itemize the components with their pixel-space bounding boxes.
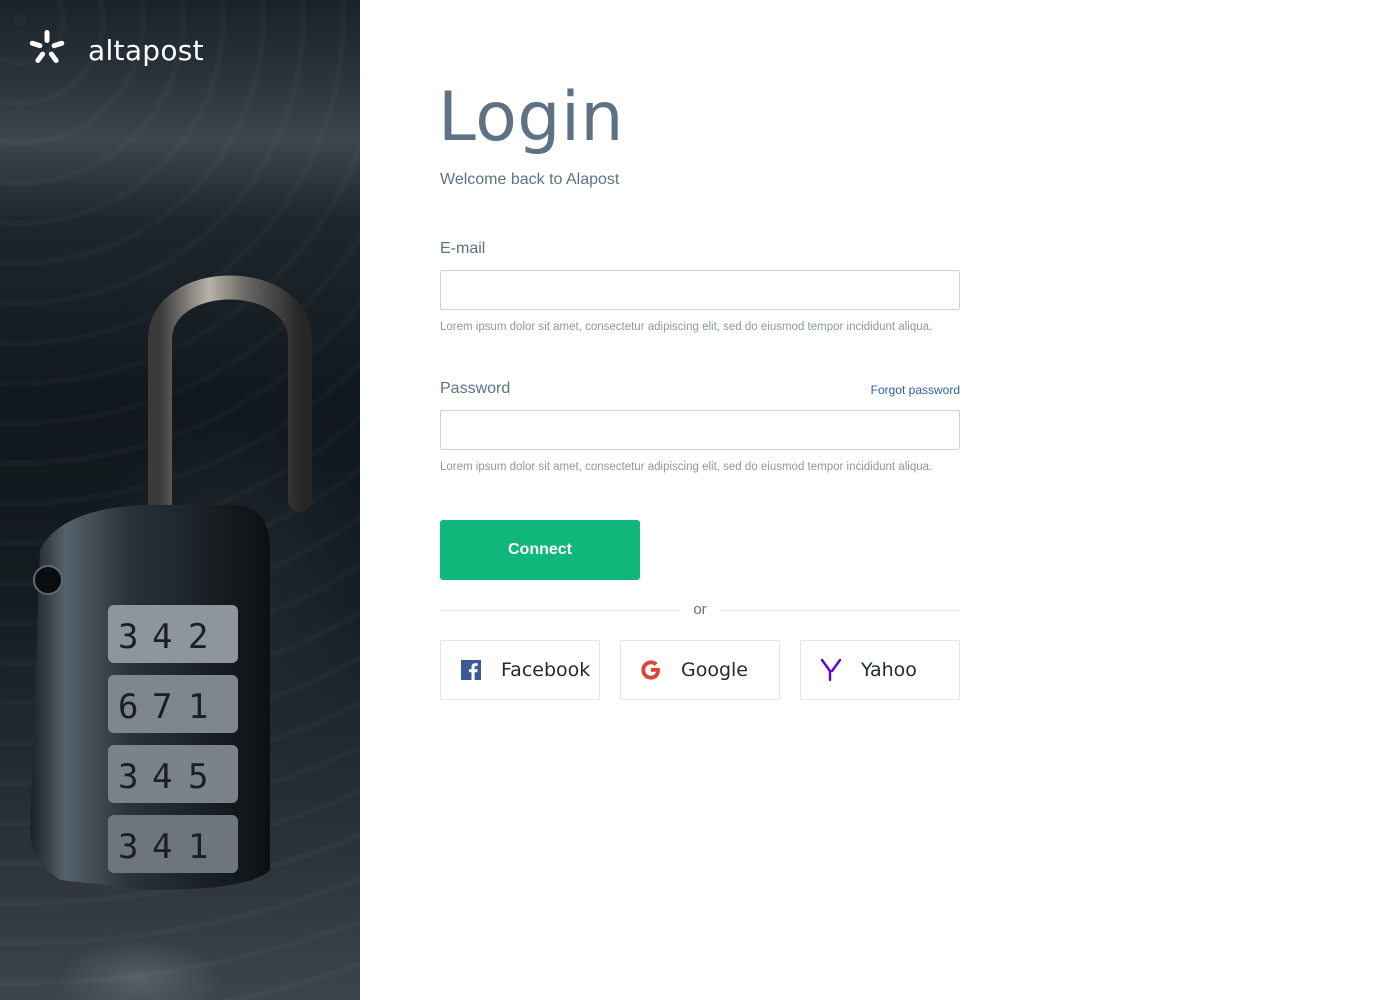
brand-name: altapost xyxy=(88,34,204,67)
yahoo-label: Yahoo xyxy=(861,659,917,681)
email-field[interactable] xyxy=(440,270,960,310)
svg-text:4: 4 xyxy=(152,827,172,867)
page-title: Login xyxy=(438,78,624,157)
page-subtitle: Welcome back to Alapost xyxy=(440,171,620,188)
svg-text:3: 3 xyxy=(118,757,138,797)
padlock-image: 342 671 345 341 xyxy=(0,250,360,915)
altapost-logo-icon xyxy=(28,28,66,73)
email-hint: Lorem ipsum dolor sit amet, consectetur … xyxy=(440,321,933,333)
connect-button[interactable]: Connect xyxy=(440,520,640,580)
svg-text:4: 4 xyxy=(152,617,172,657)
svg-text:6: 6 xyxy=(118,687,138,727)
divider-line-right xyxy=(720,610,960,611)
facebook-login-button[interactable]: Facebook xyxy=(440,640,600,700)
svg-text:1: 1 xyxy=(188,827,208,867)
google-label: Google xyxy=(681,659,749,681)
svg-text:5: 5 xyxy=(188,757,208,797)
brand: altapost xyxy=(28,28,204,73)
forgot-password-link[interactable]: Forgot password xyxy=(871,383,960,397)
or-divider: or xyxy=(440,601,960,621)
svg-text:4: 4 xyxy=(152,757,172,797)
password-label: Password xyxy=(440,380,511,397)
email-label: E-mail xyxy=(440,240,486,257)
facebook-label: Facebook xyxy=(501,659,591,681)
svg-text:7: 7 xyxy=(152,687,172,727)
hero-image-panel: altapost 3 4 2 6 7 1 3 4 5 3 4 1 xyxy=(0,0,360,1000)
svg-text:3: 3 xyxy=(118,617,138,657)
yahoo-login-button[interactable]: Yahoo xyxy=(800,640,960,700)
google-icon xyxy=(621,659,681,681)
svg-text:1: 1 xyxy=(188,687,208,727)
yahoo-icon xyxy=(801,658,861,682)
svg-text:2: 2 xyxy=(188,617,208,657)
facebook-icon xyxy=(441,660,501,680)
password-hint: Lorem ipsum dolor sit amet, consectetur … xyxy=(440,461,933,473)
google-login-button[interactable]: Google xyxy=(620,640,780,700)
svg-text:3: 3 xyxy=(118,827,138,867)
password-field[interactable] xyxy=(440,410,960,450)
